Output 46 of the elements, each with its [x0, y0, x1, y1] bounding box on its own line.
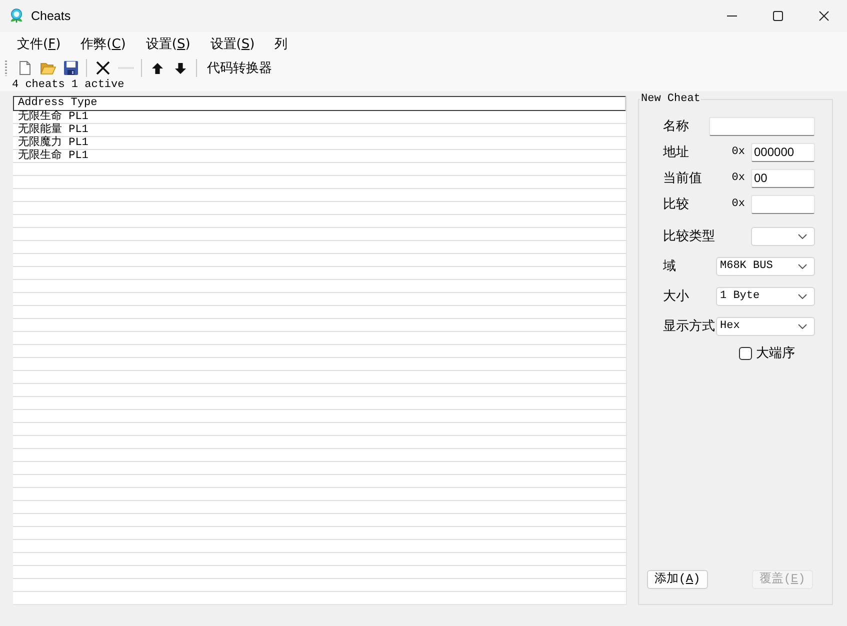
hex-input-field[interactable]: 00 [751, 168, 815, 188]
cross-icon[interactable] [94, 60, 110, 76]
menu-item[interactable]: 作弊(C) [70, 36, 136, 54]
folder-icon[interactable] [40, 60, 56, 76]
menu-item[interactable]: 设置(S) [200, 36, 265, 54]
dropdown[interactable]: Hex [716, 316, 815, 336]
field-label: 当前值 [663, 170, 702, 187]
menu-item[interactable]: 文件(F) [7, 36, 71, 54]
cheat-row[interactable]: 无限生命 PL1 [13, 111, 626, 124]
menu-item[interactable]: 列 [264, 36, 298, 54]
cheat-row[interactable]: 无限魔力 PL1 [13, 137, 626, 150]
field-label: 大小 [663, 288, 689, 305]
hex-input-field[interactable]: 000000 [751, 142, 815, 162]
status-text: 4 cheats 1 active [0, 79, 847, 91]
maximize-icon[interactable] [773, 11, 783, 21]
add-button[interactable]: 添加(A) [647, 570, 708, 589]
field-label: 比较类型 [663, 228, 715, 245]
name-field[interactable] [709, 116, 815, 136]
hex-prefix: 0x [732, 172, 745, 184]
checkbox[interactable] [739, 346, 752, 360]
hex-prefix: 0x [732, 198, 745, 210]
dropdown[interactable]: 1 Byte [716, 286, 815, 306]
cheat-row[interactable]: 无限生命 PL1 [13, 150, 626, 163]
close-icon[interactable] [819, 11, 829, 21]
field-label: 地址 [663, 144, 689, 161]
field-label: 显示方式 [663, 318, 715, 335]
new-page-icon[interactable] [16, 60, 32, 76]
menu-item[interactable]: 设置(S) [136, 36, 200, 54]
field-label: 比较 [663, 196, 689, 213]
field-label: 域 [663, 258, 676, 275]
code-converter-button[interactable]: 代码转换器 [204, 59, 275, 77]
checkbox-label[interactable]: 大端序 [756, 344, 795, 362]
down-arrow-icon[interactable] [175, 62, 186, 74]
window-title: Cheats [31, 9, 71, 23]
column-header[interactable]: Address Type [13, 96, 626, 111]
chevron-icon [798, 324, 807, 328]
hex-prefix: 0x [732, 146, 745, 158]
chevron-icon [798, 294, 807, 298]
chevron-icon [798, 234, 807, 238]
cheat-row[interactable]: 无限能量 PL1 [13, 124, 626, 137]
hex-input-field[interactable] [751, 194, 815, 214]
flower-icon [9, 8, 24, 24]
chevron-icon [798, 264, 807, 268]
dropdown[interactable]: M68K BUS [716, 256, 815, 276]
up-arrow-icon[interactable] [152, 62, 163, 74]
field-label: 名称 [663, 118, 689, 135]
